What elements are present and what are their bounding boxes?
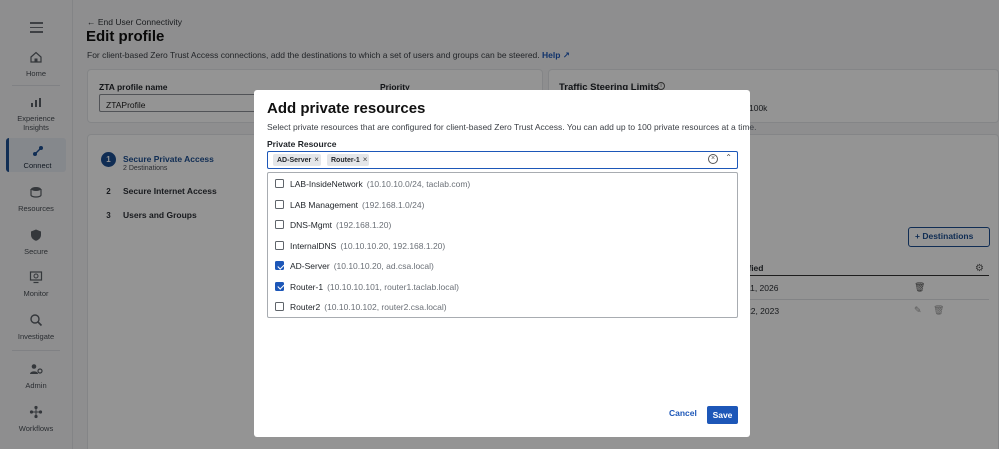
checkbox[interactable] — [275, 220, 284, 229]
chip-ad-server: AD-Server × — [273, 154, 321, 166]
add-private-resources-dialog: Add private resources Select private res… — [254, 90, 757, 437]
checkbox[interactable] — [275, 240, 284, 250]
save-button[interactable]: Save — [707, 406, 738, 424]
dialog-description: Select private resources that are config… — [267, 122, 757, 132]
list-item[interactable]: DNS-Mgmt (192.168.1.20) — [268, 215, 737, 235]
clear-selection-icon[interactable]: × — [708, 154, 718, 164]
remove-chip-icon[interactable]: × — [363, 154, 368, 166]
list-item[interactable]: Router-1 (10.10.10.101, router1.taclab.lo… — [268, 277, 737, 297]
chip-label: AD-Server — [277, 157, 312, 164]
list-item[interactable]: Router2 (10.10.10.102, router2.csa.local) — [268, 297, 737, 317]
option-detail: (192.168.1.0/24) — [362, 199, 425, 210]
private-resource-options-list: LAB-InsideNetwork (10.10.10.0/24, taclab.… — [267, 172, 738, 318]
option-name: InternalDNS — [290, 240, 337, 251]
option-name: LAB Management — [290, 199, 359, 210]
option-detail: (10.10.10.101, router1.taclab.local) — [327, 281, 459, 292]
checkbox-checked[interactable] — [275, 261, 284, 270]
list-item[interactable]: LAB Management (192.168.1.0/24) — [268, 195, 737, 215]
option-name: Router-1 — [290, 281, 324, 292]
option-detail: (10.10.10.0/24, taclab.com) — [366, 179, 471, 189]
option-name: AD-Server — [290, 261, 330, 271]
option-detail: (10.10.10.20, ad.csa.local) — [333, 261, 434, 271]
list-item[interactable]: AD-Server (10.10.10.20, ad.csa.local) — [268, 256, 737, 276]
list-item[interactable]: LAB-InsideNetwork (10.10.10.0/24, taclab.… — [268, 174, 737, 194]
list-item[interactable]: InternalDNS (10.10.10.20, 192.168.1.20) — [268, 236, 737, 256]
dialog-title: Add private resources — [267, 100, 426, 117]
private-resource-label: Private Resource — [267, 139, 337, 149]
remove-chip-icon[interactable]: × — [314, 154, 319, 166]
checkbox[interactable] — [275, 179, 284, 188]
option-name: DNS-Mgmt — [290, 220, 333, 230]
checkbox[interactable] — [275, 199, 284, 209]
chip-router-1: Router-1 × — [327, 154, 369, 166]
cancel-button[interactable]: Cancel — [669, 408, 697, 418]
private-resource-multiselect[interactable]: AD-Server × Router-1 × × ⌃ — [267, 151, 738, 169]
chevron-up-icon[interactable]: ⌃ — [725, 153, 732, 162]
option-name: LAB-InsideNetwork — [290, 179, 363, 189]
checkbox[interactable] — [275, 302, 284, 311]
option-detail: (192.168.1.20) — [336, 220, 392, 230]
option-detail: (10.10.10.20, 192.168.1.20) — [340, 240, 446, 251]
checkbox-checked[interactable] — [275, 281, 284, 291]
option-name: Router2 — [290, 302, 321, 312]
chip-label: Router-1 — [331, 157, 360, 164]
option-detail: (10.10.10.102, router2.csa.local) — [324, 302, 447, 312]
